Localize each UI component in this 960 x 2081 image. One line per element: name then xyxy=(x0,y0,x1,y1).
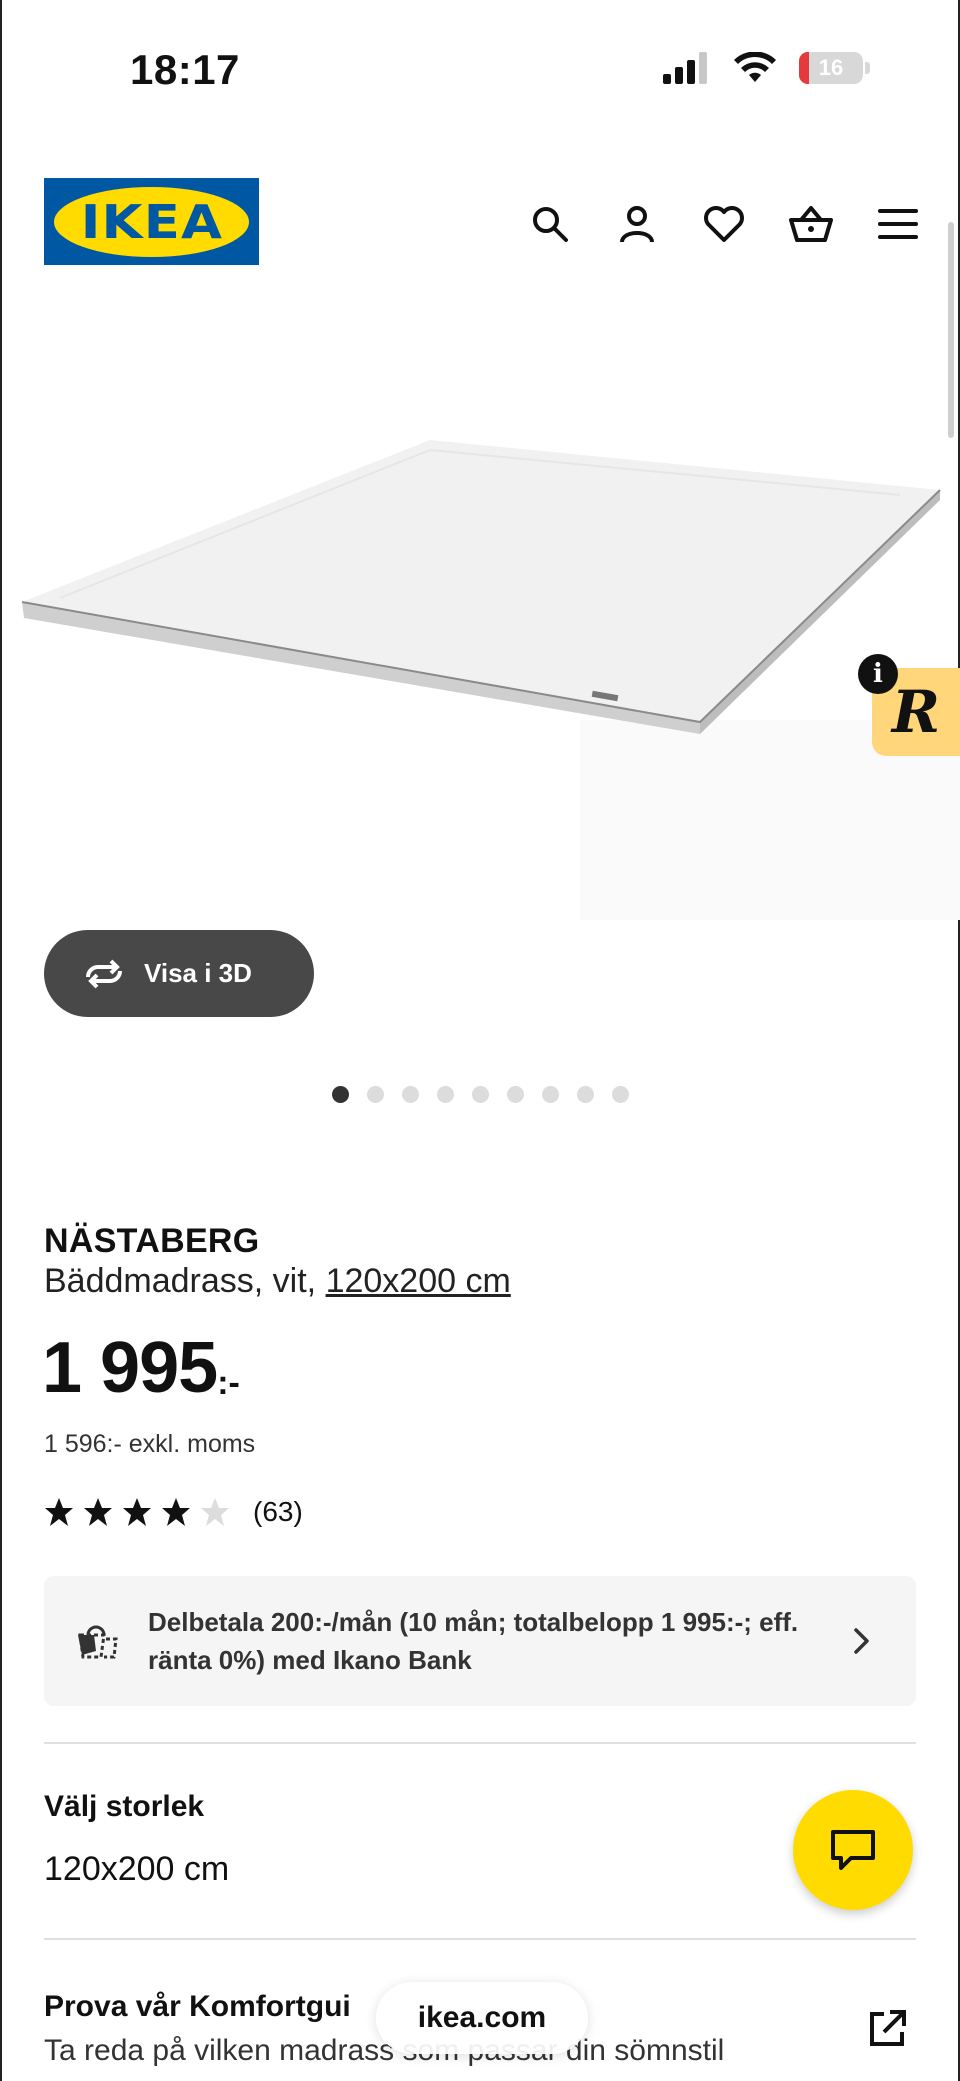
star-filled-icon xyxy=(45,1498,73,1526)
product-name: NÄSTABERG xyxy=(44,1222,260,1260)
battery-fill xyxy=(799,52,810,84)
carousel-dot[interactable] xyxy=(576,1086,594,1103)
cellular-signal-icon xyxy=(663,52,707,84)
status-time: 18:17 xyxy=(130,46,240,93)
price-amount: 1 995 xyxy=(42,1328,218,1408)
carousel-dot[interactable] xyxy=(366,1086,384,1103)
battery-icon: 16 xyxy=(799,52,863,84)
browser-url-bar[interactable]: ikea.com xyxy=(376,1982,588,2054)
status-bar: 18:17 16 xyxy=(0,0,960,140)
favorites-button[interactable] xyxy=(692,192,756,256)
rating-count: (63) xyxy=(253,1496,303,1527)
product-image[interactable] xyxy=(0,340,960,920)
rating-stars xyxy=(44,1497,230,1527)
header-icons xyxy=(518,192,930,256)
product-size-link[interactable]: 120x200 cm xyxy=(326,1262,511,1300)
status-icons: 16 xyxy=(663,52,870,84)
view-3d-label: Visa i 3D xyxy=(144,958,252,988)
external-link-icon[interactable] xyxy=(866,2008,908,2050)
price-ex-vat: 1 596:- exkl. moms xyxy=(44,1430,256,1458)
logo-text: IKEA xyxy=(80,194,223,249)
ikea-logo[interactable]: IKEA ® xyxy=(44,178,259,265)
carousel-dot[interactable] xyxy=(436,1086,454,1103)
carousel-dot[interactable] xyxy=(471,1086,489,1103)
price-suffix: :- xyxy=(217,1364,240,1402)
shopping-bag-icon xyxy=(78,1625,118,1659)
search-icon xyxy=(533,207,568,242)
view-3d-button[interactable]: Visa i 3D xyxy=(44,930,314,1017)
info-icon[interactable]: i xyxy=(858,654,898,694)
product-description-text: Bäddmadrass, vit, xyxy=(44,1262,326,1300)
cart-button[interactable] xyxy=(779,192,843,256)
wifi-icon xyxy=(734,52,776,82)
mattress-topper-image xyxy=(21,440,960,920)
star-empty-icon xyxy=(201,1498,229,1526)
menu-icon xyxy=(878,209,918,239)
size-selector-value[interactable]: 120x200 cm xyxy=(44,1850,229,1889)
comfort-guide-title[interactable]: Prova vår Komfortgui xyxy=(44,1990,351,2024)
carousel-dot[interactable] xyxy=(541,1086,559,1103)
divider xyxy=(44,1742,916,1744)
search-button[interactable] xyxy=(518,192,582,256)
account-icon xyxy=(620,206,654,243)
chat-button[interactable] xyxy=(793,1790,913,1910)
chevron-right-icon xyxy=(854,1628,869,1654)
rotate-3d-icon xyxy=(86,959,122,988)
product-price: 1 995 :- xyxy=(42,1332,240,1404)
size-selector-label: Välj storlek xyxy=(44,1790,205,1823)
star-filled-icon xyxy=(162,1498,190,1526)
installment-text: Delbetala 200:-/mån (10 mån; totalbelopp… xyxy=(148,1607,799,1675)
site-header: IKEA ® xyxy=(0,170,960,280)
product-description: Bäddmadrass, vit, 120x200 cm xyxy=(44,1262,511,1301)
carousel-dot[interactable] xyxy=(331,1086,349,1103)
heart-icon xyxy=(704,206,744,242)
url-text: ikea.com xyxy=(417,2001,547,2034)
battery-tip xyxy=(865,62,870,74)
battery-indicator: 16 xyxy=(799,52,870,84)
divider xyxy=(44,1938,916,1940)
carousel-dot[interactable] xyxy=(611,1086,629,1103)
image-carousel-dots xyxy=(0,1086,960,1103)
registered-mark: ® xyxy=(235,196,243,207)
chat-icon xyxy=(831,1830,875,1870)
menu-button[interactable] xyxy=(866,192,930,256)
badge-letter: R xyxy=(891,678,941,746)
cart-icon xyxy=(789,206,833,242)
product-rating[interactable]: (63) xyxy=(44,1496,303,1528)
star-filled-icon xyxy=(123,1498,151,1526)
star-filled-icon xyxy=(84,1498,112,1526)
installment-offer[interactable]: Delbetala 200:-/mån (10 mån; totalbelopp… xyxy=(44,1576,916,1706)
frame-edge-left xyxy=(0,0,2,2081)
logo-oval: IKEA xyxy=(54,186,249,257)
account-button[interactable] xyxy=(605,192,669,256)
battery-level: 16 xyxy=(818,55,844,80)
carousel-dot[interactable] xyxy=(401,1086,419,1103)
carousel-dot[interactable] xyxy=(506,1086,524,1103)
